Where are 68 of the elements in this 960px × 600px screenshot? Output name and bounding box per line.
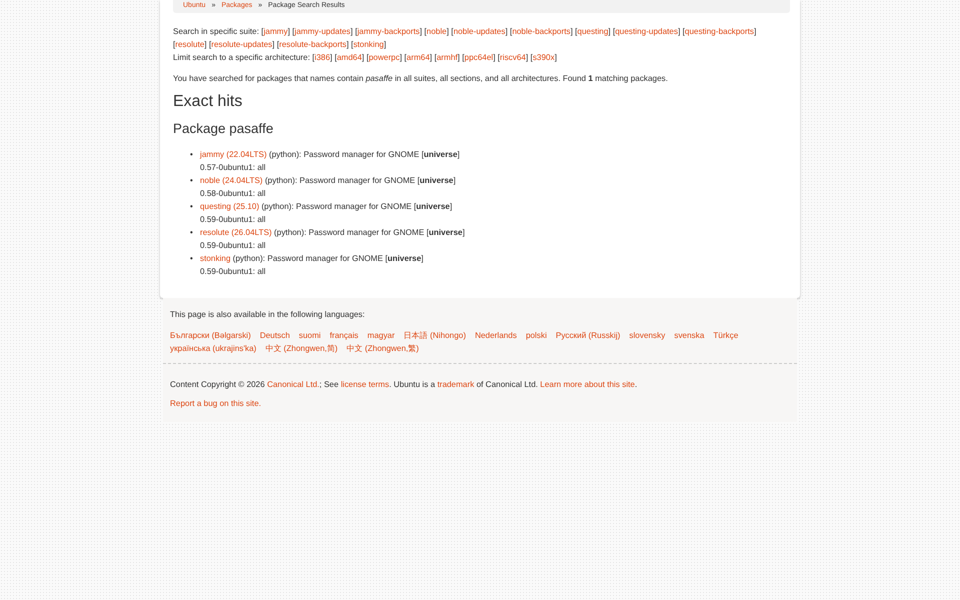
language-link[interactable]: magyar bbox=[367, 329, 395, 342]
language-link[interactable]: Deutsch bbox=[260, 329, 290, 342]
filter-link[interactable]: noble-backports bbox=[512, 27, 570, 36]
filter-link[interactable]: s390x bbox=[532, 53, 555, 62]
suite-link[interactable]: stonking bbox=[200, 254, 230, 263]
filter-link[interactable]: questing bbox=[577, 27, 608, 36]
suite-link[interactable]: questing (25.10) bbox=[200, 202, 260, 211]
section-heading: Exact hits bbox=[173, 93, 244, 111]
list-bullet: • bbox=[190, 175, 194, 187]
filter-link[interactable]: noble bbox=[426, 27, 447, 36]
list-bullet: • bbox=[190, 253, 194, 265]
language-link[interactable]: Български (Bəlgarski) bbox=[170, 329, 251, 342]
package-version: 0.59-0ubuntu1: all bbox=[200, 266, 267, 278]
package-version: 0.58-0ubuntu1: all bbox=[200, 188, 267, 200]
suite-filter-text: Search in specific suite: [jammy] [jammy-updates] [jammy-backports] [noble] [noble-updates] [noble-backports] [questing] [questing-updates] [questing-backports] [resolute] [resolute-updates] [resolute-backports] [stonking] bbox=[173, 26, 758, 51]
language-link[interactable]: Русский (Russkij) bbox=[556, 329, 620, 342]
language-link[interactable]: українська (ukrajins'ka) bbox=[170, 342, 256, 355]
language-link[interactable]: suomi bbox=[298, 329, 321, 342]
filter-link[interactable]: riscv64 bbox=[500, 53, 526, 62]
list-bullet: • bbox=[190, 149, 194, 161]
report-bug-link[interactable]: Report a bug on this site. bbox=[170, 399, 262, 408]
filter-link[interactable]: powerpc bbox=[368, 53, 400, 62]
list-bullet: • bbox=[190, 227, 194, 239]
filter-link[interactable]: noble-updates bbox=[453, 27, 506, 36]
footer-link[interactable]: Learn more about this site bbox=[540, 380, 635, 389]
package-result-text: stonking (python): Password manager for GNOME [universe] bbox=[200, 253, 424, 265]
language-link[interactable]: 中文 (Zhongwen,简) bbox=[265, 342, 338, 355]
filter-link[interactable]: i386 bbox=[314, 53, 330, 62]
filter-link[interactable]: arm64 bbox=[406, 53, 430, 62]
package-version: 0.59-0ubuntu1: all bbox=[200, 214, 267, 226]
filter-link[interactable]: resolute-updates bbox=[211, 40, 272, 49]
search-summary: You have searched for packages that names contain pasaffe in all suites, all sections, and all architectures. Found 1 matching packages. bbox=[173, 73, 669, 85]
footer-link[interactable]: license terms bbox=[340, 380, 390, 389]
filter-link[interactable]: jammy bbox=[264, 27, 288, 36]
language-link[interactable]: slovensky bbox=[629, 329, 666, 342]
package-version: 0.59-0ubuntu1: all bbox=[200, 240, 267, 252]
package-result-text: resolute (26.04LTS) (python): Password manager for GNOME [universe] bbox=[200, 227, 465, 239]
filter-link[interactable]: ppc64el bbox=[464, 53, 494, 62]
suite-link[interactable]: noble (24.04LTS) bbox=[200, 176, 263, 185]
package-heading: Package pasaffe bbox=[173, 121, 274, 136]
filter-link[interactable]: resolute-backports bbox=[279, 40, 346, 49]
suite-link[interactable]: jammy (22.04LTS) bbox=[200, 150, 267, 159]
package-version: 0.57-0ubuntu1: all bbox=[200, 162, 267, 174]
language-link[interactable]: 日本語 (Nihongo) bbox=[404, 329, 466, 342]
filter-link[interactable]: stonking bbox=[353, 40, 384, 49]
footer-link[interactable]: Canonical Ltd. bbox=[267, 380, 320, 389]
filter-link[interactable]: questing-backports bbox=[684, 27, 754, 36]
filter-link[interactable]: jammy-backports bbox=[357, 27, 420, 36]
language-link[interactable]: français bbox=[330, 329, 358, 342]
footer-link[interactable]: trademark bbox=[437, 380, 474, 389]
suite-link[interactable]: resolute (26.04LTS) bbox=[200, 228, 272, 237]
architecture-filter-text: Limit search to a specific architecture: [i386] [amd64] [powerpc] [arm64] [armhf] [ppc64el] [riscv64] [s390x] bbox=[173, 52, 558, 64]
language-link[interactable]: Nederlands bbox=[474, 329, 517, 342]
package-result-text: questing (25.10) (python): Password manager for GNOME [universe] bbox=[200, 201, 452, 213]
language-link[interactable]: 中文 (Zhongwen,繁) bbox=[346, 342, 419, 355]
language-link[interactable]: svenska bbox=[674, 329, 704, 342]
languages-intro: This page is also available in the following languages: bbox=[170, 309, 366, 321]
language-link[interactable]: Türkçe bbox=[713, 329, 738, 342]
language-link[interactable]: polski bbox=[526, 329, 547, 342]
filter-link[interactable]: resolute bbox=[175, 40, 204, 49]
filter-link[interactable]: questing-updates bbox=[615, 27, 678, 36]
copyright-text: Content Copyright © 2026 Canonical Ltd.; See license terms. Ubuntu is a trademark of Canonical Ltd. Learn more about this site. bbox=[170, 379, 638, 391]
filter-link[interactable]: armhf bbox=[436, 53, 458, 62]
package-result-text: jammy (22.04LTS) (python): Password manager for GNOME [universe] bbox=[200, 149, 460, 161]
filter-link[interactable]: amd64 bbox=[336, 53, 362, 62]
package-result-text: noble (24.04LTS) (python): Password manager for GNOME [universe] bbox=[200, 175, 456, 187]
list-bullet: • bbox=[190, 201, 194, 213]
filter-link[interactable]: jammy-updates bbox=[294, 27, 351, 36]
